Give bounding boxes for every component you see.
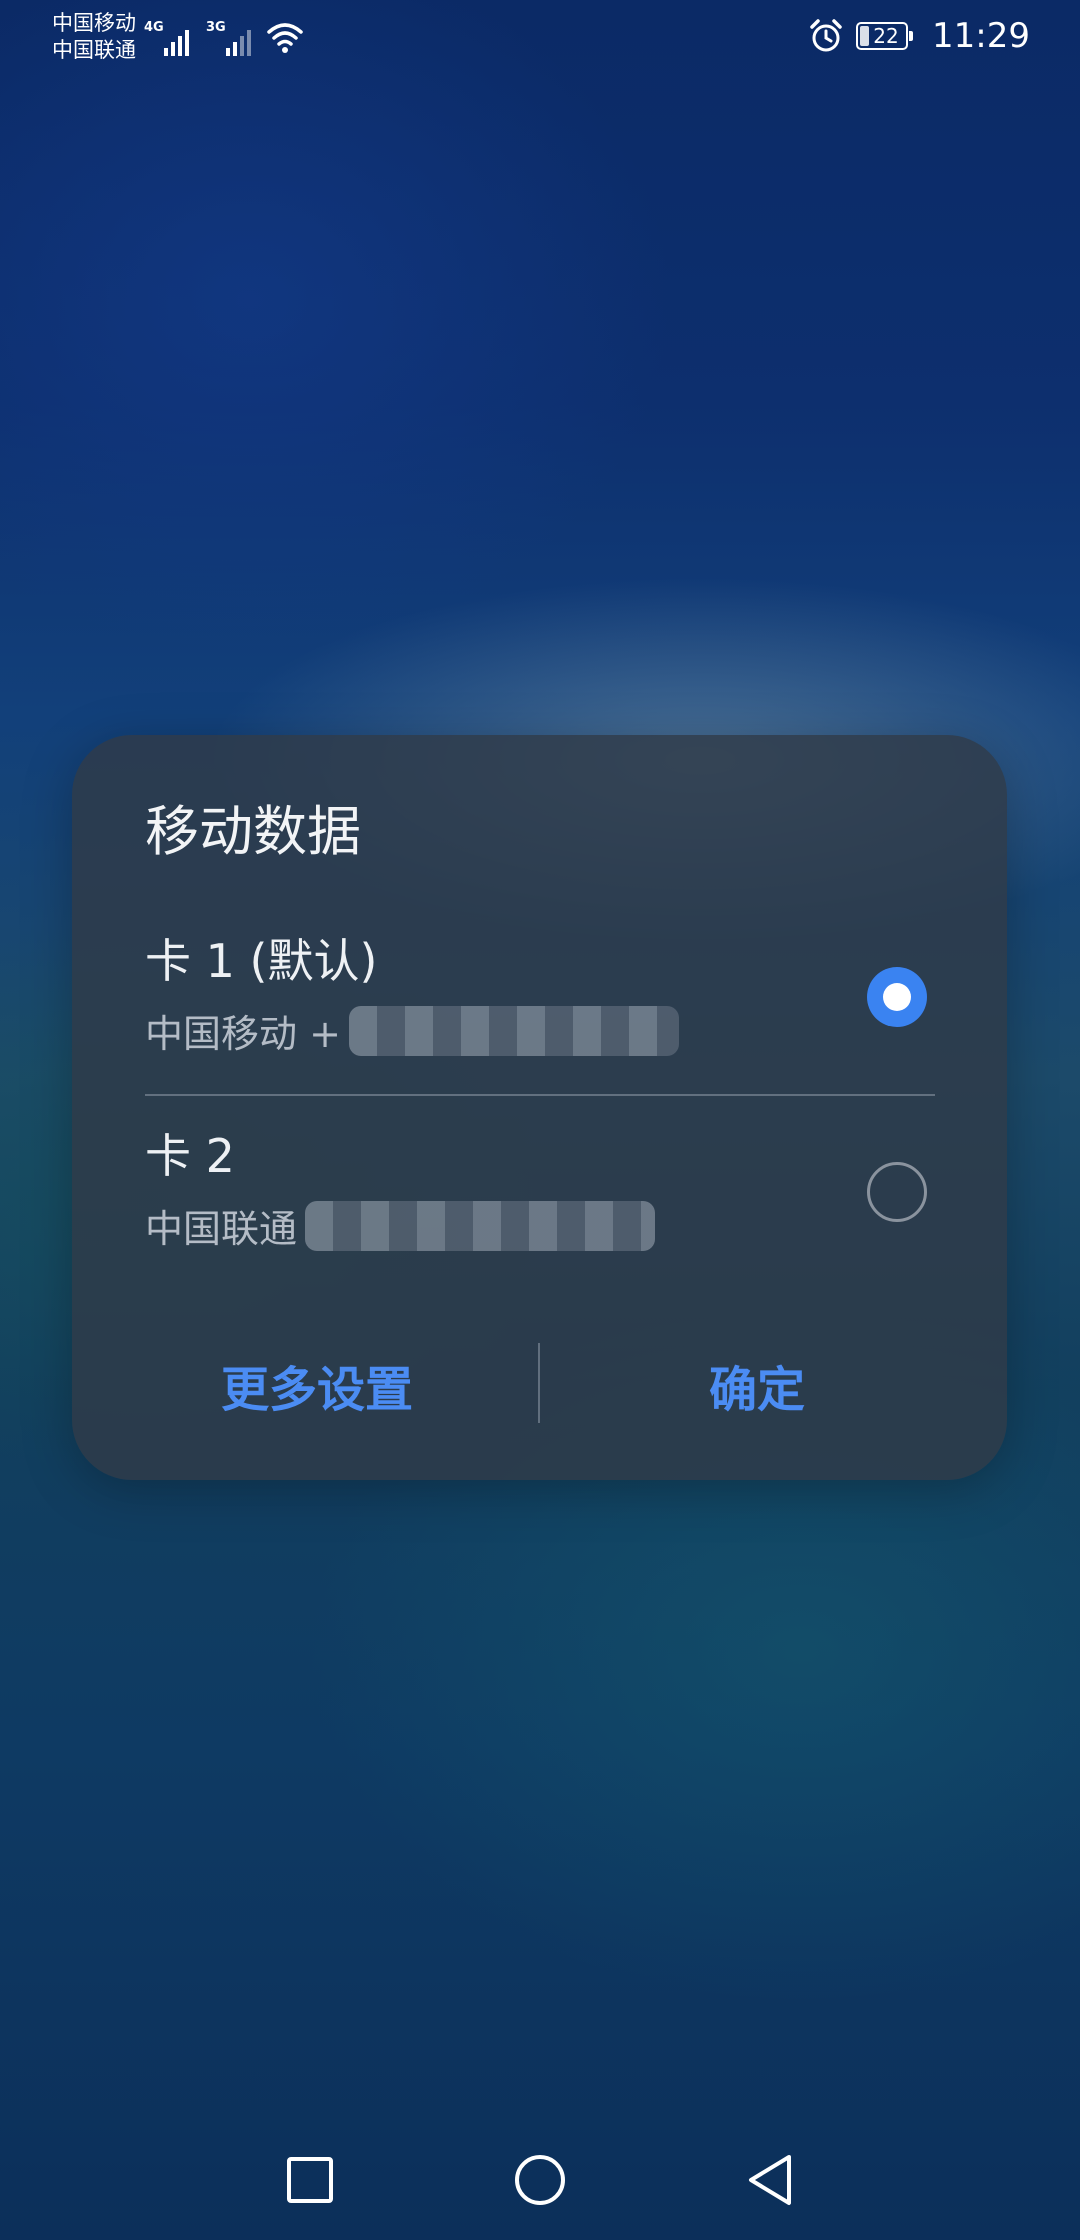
network-type-1: 4G (144, 20, 164, 35)
sim-2-carrier-name: 中国联通 (145, 1207, 298, 1251)
option-divider (145, 1094, 935, 1096)
status-bar: 中国移动 中国联通 4G 3G 22 11:29 (0, 0, 1080, 80)
redacted-number (348, 1005, 679, 1056)
action-divider (538, 1343, 540, 1423)
sim-1-carrier: 中国移动 + (145, 1003, 679, 1058)
signal-2-icon: 3G (206, 20, 251, 56)
network-type-2: 3G (206, 20, 226, 35)
recent-apps-icon[interactable] (280, 2150, 340, 2210)
battery-icon: 22 (856, 22, 914, 50)
back-icon[interactable] (740, 2150, 800, 2210)
signal-1-icon: 4G (144, 20, 189, 56)
dialog-title: 移动数据 (145, 800, 361, 863)
carrier-1-label: 中国移动 (52, 11, 136, 35)
sim-1-radio[interactable] (867, 967, 927, 1027)
more-settings-button[interactable]: 更多设置 (102, 1335, 532, 1435)
status-right: 22 11:29 (808, 16, 1030, 56)
sim-2-label: 卡 2 (145, 1129, 235, 1183)
redacted-number (305, 1200, 656, 1251)
alarm-icon (810, 19, 842, 52)
sim-2-radio[interactable] (867, 1162, 927, 1222)
sim-option-2[interactable]: 卡 2 中国联通 (145, 1120, 927, 1290)
carrier-labels: 中国移动 中国联通 (52, 10, 136, 64)
home-icon[interactable] (510, 2150, 570, 2210)
dialog-actions: 更多设置 确定 (72, 1335, 1007, 1435)
sim-1-label: 卡 1 (默认) (145, 934, 378, 988)
mobile-data-dialog: 移动数据 卡 1 (默认) 中国移动 + 卡 2 中国联通 更多设置 确定 (72, 735, 1007, 1480)
sim-1-carrier-name: 中国移动 + (145, 1012, 341, 1056)
navigation-bar (0, 2130, 1080, 2230)
carrier-2-label: 中国联通 (52, 38, 136, 62)
screen: 中国移动 中国联通 4G 3G 22 11:29 移动数据 卡 1 (默认) 中… (0, 0, 1080, 2240)
sim-2-carrier: 中国联通 (145, 1198, 656, 1253)
battery-level: 22 (873, 24, 899, 48)
clock: 11:29 (932, 16, 1030, 56)
sim-option-1[interactable]: 卡 1 (默认) 中国移动 + (145, 925, 927, 1095)
confirm-button[interactable]: 确定 (542, 1335, 972, 1435)
wifi-icon (267, 23, 303, 53)
